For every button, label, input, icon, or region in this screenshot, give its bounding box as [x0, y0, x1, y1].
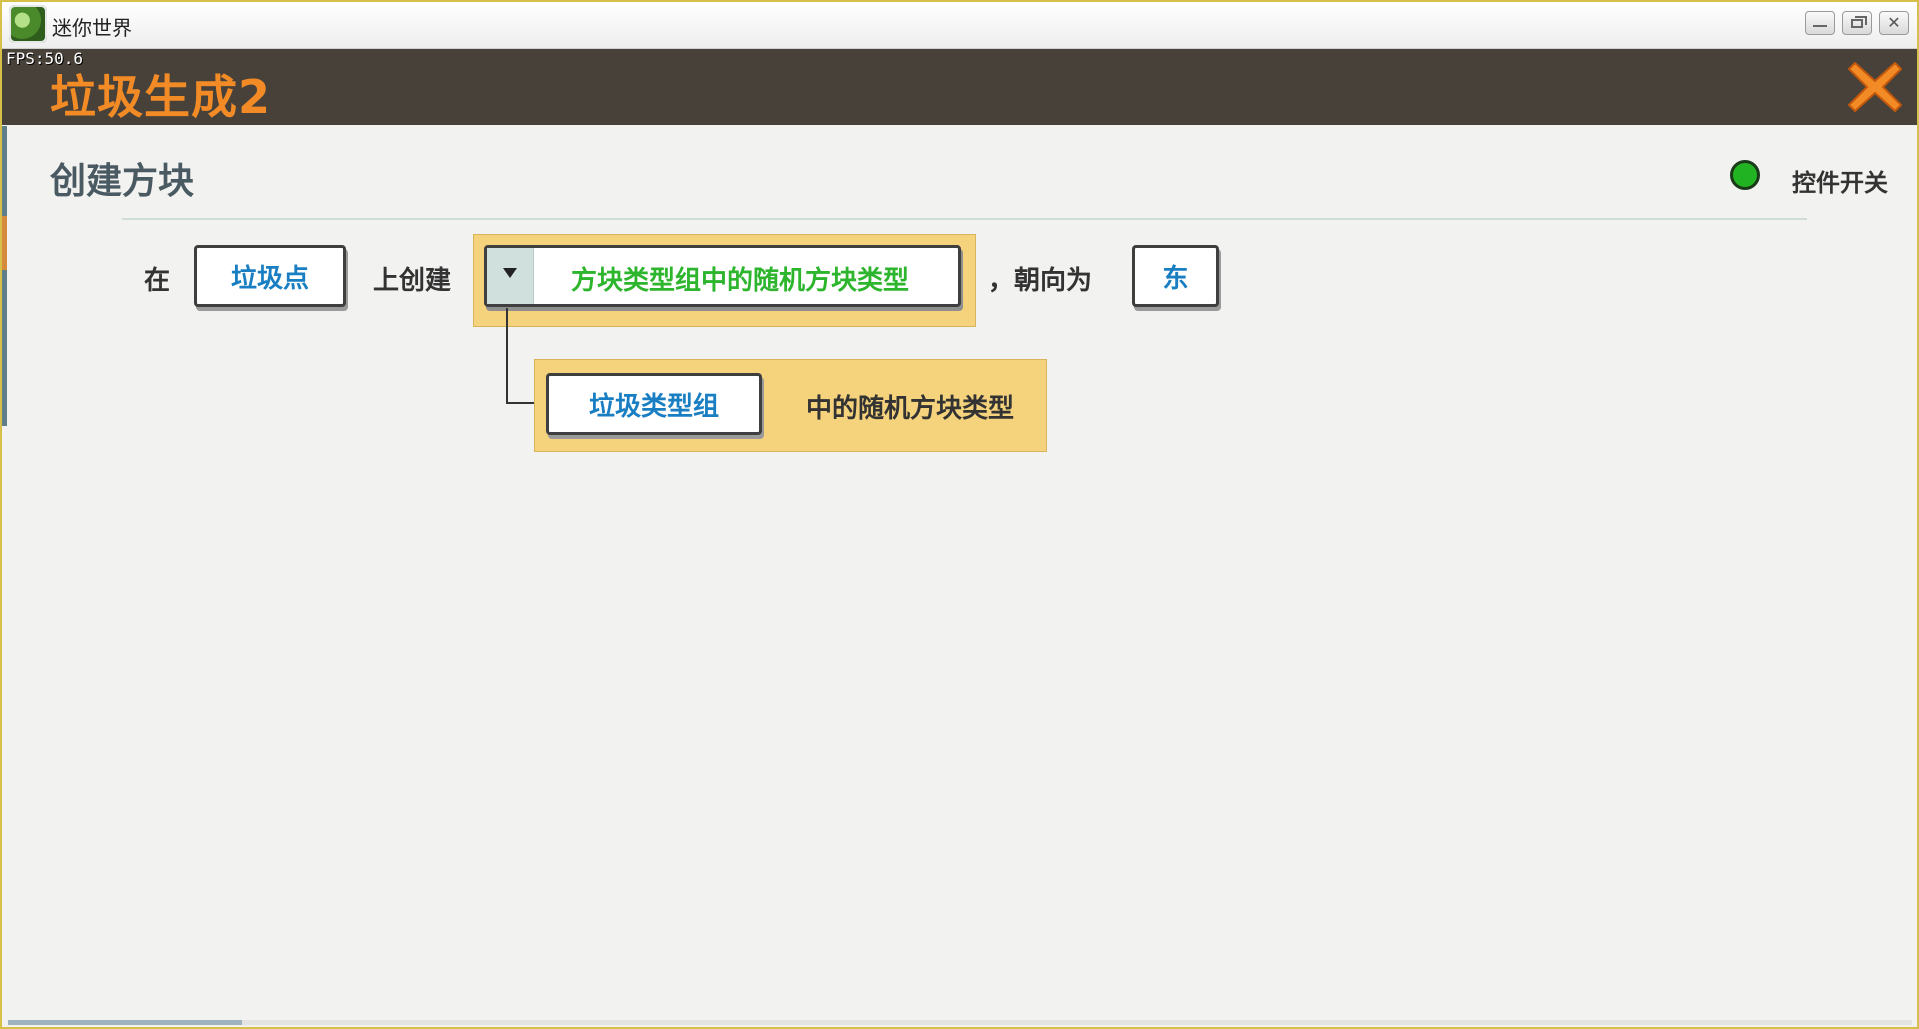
horizontal-scrollbar[interactable]	[8, 1020, 1912, 1025]
location-param-button[interactable]: 垃圾点	[194, 245, 346, 307]
trigger-title: 垃圾生成2	[50, 70, 272, 124]
block-group-param-button[interactable]: 垃圾类型组	[546, 373, 762, 435]
word-facing: ，朝向为	[988, 266, 1093, 296]
window-title: 迷你世界	[52, 16, 132, 40]
restore-icon	[1851, 15, 1867, 28]
window-close-button[interactable]: ✕	[1879, 11, 1909, 35]
control-switch-toggle[interactable]	[1730, 160, 1760, 190]
sub-block-suffix: 中的随机方块类型	[806, 394, 1015, 424]
section-divider	[122, 218, 1807, 220]
maximize-button[interactable]	[1842, 11, 1872, 35]
block-type-value: 方块类型组中的随机方块类型	[571, 266, 910, 296]
app-window: 迷你世界 ✕ FPS:50.6 垃圾生成2 创建方块 控件开关 在 垃圾点 上创…	[0, 0, 1919, 1029]
minimize-button[interactable]	[1805, 11, 1835, 35]
dropdown-arrow-icon[interactable]	[487, 248, 534, 304]
app-icon	[9, 5, 47, 43]
action-title: 创建方块	[50, 161, 195, 202]
control-switch-label: 控件开关	[1792, 169, 1888, 197]
editor-header: FPS:50.6 垃圾生成2	[2, 49, 1917, 125]
word-at: 在	[144, 266, 171, 296]
word-create: 上创建	[373, 266, 452, 296]
block-type-dropdown[interactable]: 方块类型组中的随机方块类型	[484, 245, 961, 307]
os-title-bar: 迷你世界 ✕	[2, 2, 1917, 49]
close-x-icon[interactable]	[1847, 59, 1903, 115]
direction-param-button[interactable]: 东	[1132, 245, 1219, 307]
connector-line-horizontal	[506, 402, 536, 404]
connector-line	[506, 308, 508, 404]
horizontal-scroll-thumb[interactable]	[8, 1020, 242, 1025]
close-icon: ✕	[1887, 13, 1901, 32]
side-scroll-indicator	[2, 126, 7, 426]
minimize-icon	[1813, 25, 1827, 27]
